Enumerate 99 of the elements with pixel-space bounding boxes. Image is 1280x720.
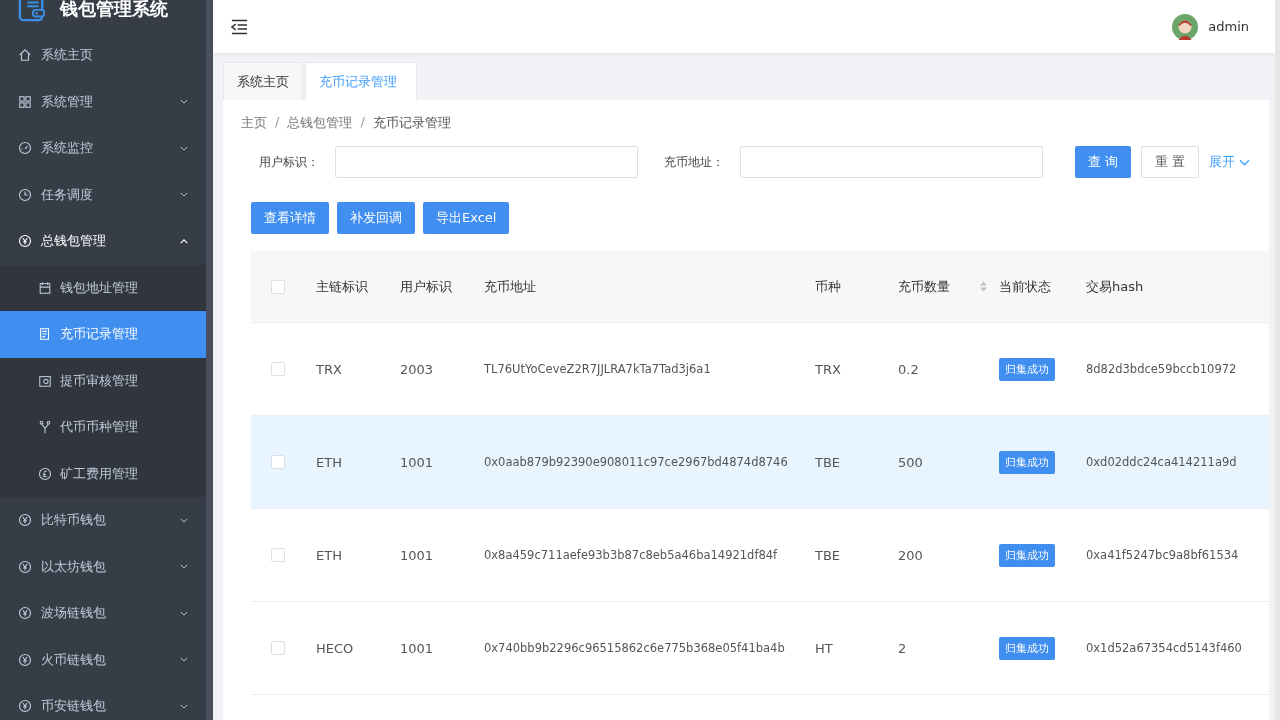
menu-item[interactable]: 以太坊钱包 bbox=[0, 543, 206, 590]
menu-item[interactable]: 比特币钱包 bbox=[0, 497, 206, 544]
breadcrumb-link[interactable]: 总钱包管理 bbox=[287, 114, 353, 132]
chevron-down-icon bbox=[180, 99, 188, 105]
table-cell: 2 bbox=[898, 640, 907, 656]
table-cell: TBE bbox=[815, 454, 841, 470]
menu-icon[interactable] bbox=[231, 18, 248, 35]
table-cell: 200 bbox=[898, 547, 923, 563]
input-field[interactable] bbox=[740, 146, 1043, 178]
menu-item[interactable]: 币安链钱包 bbox=[0, 683, 206, 720]
chevron-down-icon bbox=[1239, 158, 1251, 166]
submenu-item[interactable]: 钱包地址管理 bbox=[0, 264, 206, 311]
field-label: 充币地址： bbox=[664, 153, 725, 171]
chevron-down-icon bbox=[180, 192, 188, 198]
table-row[interactable]: ETH 1001 0x8a459c711aefe93b3b87c8eb5a46ba14921df84f TBE 200 归集成功 0xa41f5247bc9a8bf61534 bbox=[251, 509, 1269, 602]
yen-icon bbox=[18, 234, 32, 249]
table-cell: ETH bbox=[316, 454, 342, 470]
tab[interactable]: 系统主页 bbox=[223, 62, 303, 100]
chevron-down-icon bbox=[180, 703, 188, 709]
home-icon bbox=[18, 48, 32, 63]
table-cell: TBE bbox=[815, 547, 841, 563]
checkbox[interactable] bbox=[271, 641, 285, 655]
submenu-item[interactable]: 矿工费用管理 bbox=[0, 450, 206, 497]
chevron-down-icon bbox=[180, 564, 188, 570]
menu-item[interactable]: 任务调度 bbox=[0, 171, 206, 218]
pound-icon bbox=[38, 466, 52, 481]
menu-item[interactable]: 总钱包管理 bbox=[0, 218, 206, 265]
menu-item[interactable]: 系统管理 bbox=[0, 78, 206, 125]
grid-icon bbox=[18, 94, 32, 109]
status-tag: 归集成功 bbox=[999, 450, 1055, 474]
column-header[interactable]: 交易hash bbox=[1086, 277, 1144, 296]
chevron-up-icon bbox=[180, 238, 188, 244]
menu-item[interactable]: 火币链钱包 bbox=[0, 636, 206, 683]
yen-icon bbox=[18, 699, 32, 714]
scrollbar[interactable] bbox=[206, 0, 213, 720]
breadcrumb-link[interactable]: 主页 bbox=[241, 114, 267, 132]
checkbox[interactable] bbox=[271, 362, 285, 376]
submenu-item[interactable]: 代币币种管理 bbox=[0, 404, 206, 451]
breadcrumb-separator: / bbox=[360, 114, 365, 131]
breadcrumb-separator: / bbox=[275, 114, 280, 131]
table-row[interactable]: ETH 1001 0x0aab879b92390e908011c97ce2967bd4874d8746 TBE 500 归集成功 0xd02ddc24ca414211a9d bbox=[251, 416, 1269, 509]
column-header[interactable]: 主链标识 bbox=[316, 277, 368, 296]
menu-item[interactable]: 波场链钱包 bbox=[0, 590, 206, 637]
table-cell: 1001 bbox=[400, 454, 434, 470]
menu-item[interactable]: 系统监控 bbox=[0, 125, 206, 172]
status-tag: 归集成功 bbox=[999, 357, 1055, 381]
column-header[interactable]: 充币地址 bbox=[484, 277, 536, 296]
reset-button[interactable]: 重 置 bbox=[1141, 146, 1200, 178]
table-cell: ETH bbox=[316, 547, 342, 563]
table-row[interactable]: HECO 1001 0x740bb9b2296c96515862c6e775b368e05f41ba4b HT 2 归集成功 0x1d52a67354cd5143f460 bbox=[251, 602, 1269, 695]
table-cell: 0x0aab879b92390e908011c97ce2967bd4874d8746 bbox=[484, 455, 788, 469]
table-cell: 0xa41f5247bc9a8bf61534 bbox=[1086, 548, 1239, 562]
clock-icon bbox=[18, 187, 32, 202]
yen-icon bbox=[18, 606, 32, 621]
table-cell: 0x8a459c711aefe93b3b87c8eb5a46ba14921df84f bbox=[484, 548, 778, 562]
chevron-down-icon bbox=[180, 145, 188, 151]
scrollbar[interactable] bbox=[1275, 0, 1280, 720]
submenu-item[interactable]: 提币审核管理 bbox=[0, 357, 206, 404]
menu-item[interactable]: 系统主页 bbox=[0, 32, 206, 79]
table-cell: TL76UtYoCeveZ2R7JJLRA7kTa7Tad3j6a1 bbox=[484, 362, 711, 376]
status-tag: 归集成功 bbox=[999, 543, 1055, 567]
fork-icon bbox=[38, 420, 52, 435]
user-name[interactable]: admin bbox=[1208, 19, 1249, 34]
field-label: 用户标识： bbox=[259, 153, 320, 171]
table-cell: 500 bbox=[898, 454, 923, 470]
checkbox[interactable] bbox=[271, 548, 285, 562]
table-cell: 2003 bbox=[400, 361, 434, 377]
gauge-icon bbox=[18, 141, 32, 156]
table-cell: TRX bbox=[316, 361, 342, 377]
chevron-down-icon bbox=[180, 517, 188, 523]
calendar-icon bbox=[38, 280, 52, 295]
table-cell: 0x740bb9b2296c96515862c6e775b368e05f41ba4b bbox=[484, 641, 785, 655]
table-cell: 0.2 bbox=[898, 361, 919, 377]
chevron-down-icon bbox=[180, 610, 188, 616]
column-header[interactable]: 用户标识 bbox=[400, 277, 452, 296]
chevron-down-icon bbox=[180, 657, 188, 663]
table-cell: 1001 bbox=[400, 640, 434, 656]
table-cell: 1001 bbox=[400, 547, 434, 563]
checkbox[interactable] bbox=[271, 455, 285, 469]
app-title: 钱包管理系统 bbox=[60, 0, 168, 21]
column-header[interactable]: 币种 bbox=[815, 277, 841, 296]
table-cell: 0x1d52a67354cd5143f460 bbox=[1086, 641, 1242, 655]
yen-icon bbox=[18, 652, 32, 667]
column-header[interactable]: 充币数量 bbox=[898, 277, 950, 296]
input-field[interactable] bbox=[335, 146, 638, 178]
avatar-icon[interactable] bbox=[1172, 13, 1199, 40]
document-icon bbox=[38, 327, 52, 342]
table-cell: HT bbox=[815, 640, 833, 656]
table-cell: 8d82d3bdce59bccb10972 bbox=[1086, 362, 1237, 376]
yen-icon bbox=[18, 559, 32, 574]
safe-icon bbox=[38, 373, 52, 388]
table-cell: 0xd02ddc24ca414211a9d bbox=[1086, 455, 1237, 469]
checkbox[interactable] bbox=[271, 279, 285, 294]
table-cell: HECO bbox=[316, 640, 354, 656]
column-header[interactable]: 当前状态 bbox=[999, 277, 1051, 296]
yen-icon bbox=[18, 513, 32, 528]
status-tag: 归集成功 bbox=[999, 636, 1055, 660]
sort-icon[interactable] bbox=[980, 281, 987, 292]
table-cell: TRX bbox=[815, 361, 841, 377]
